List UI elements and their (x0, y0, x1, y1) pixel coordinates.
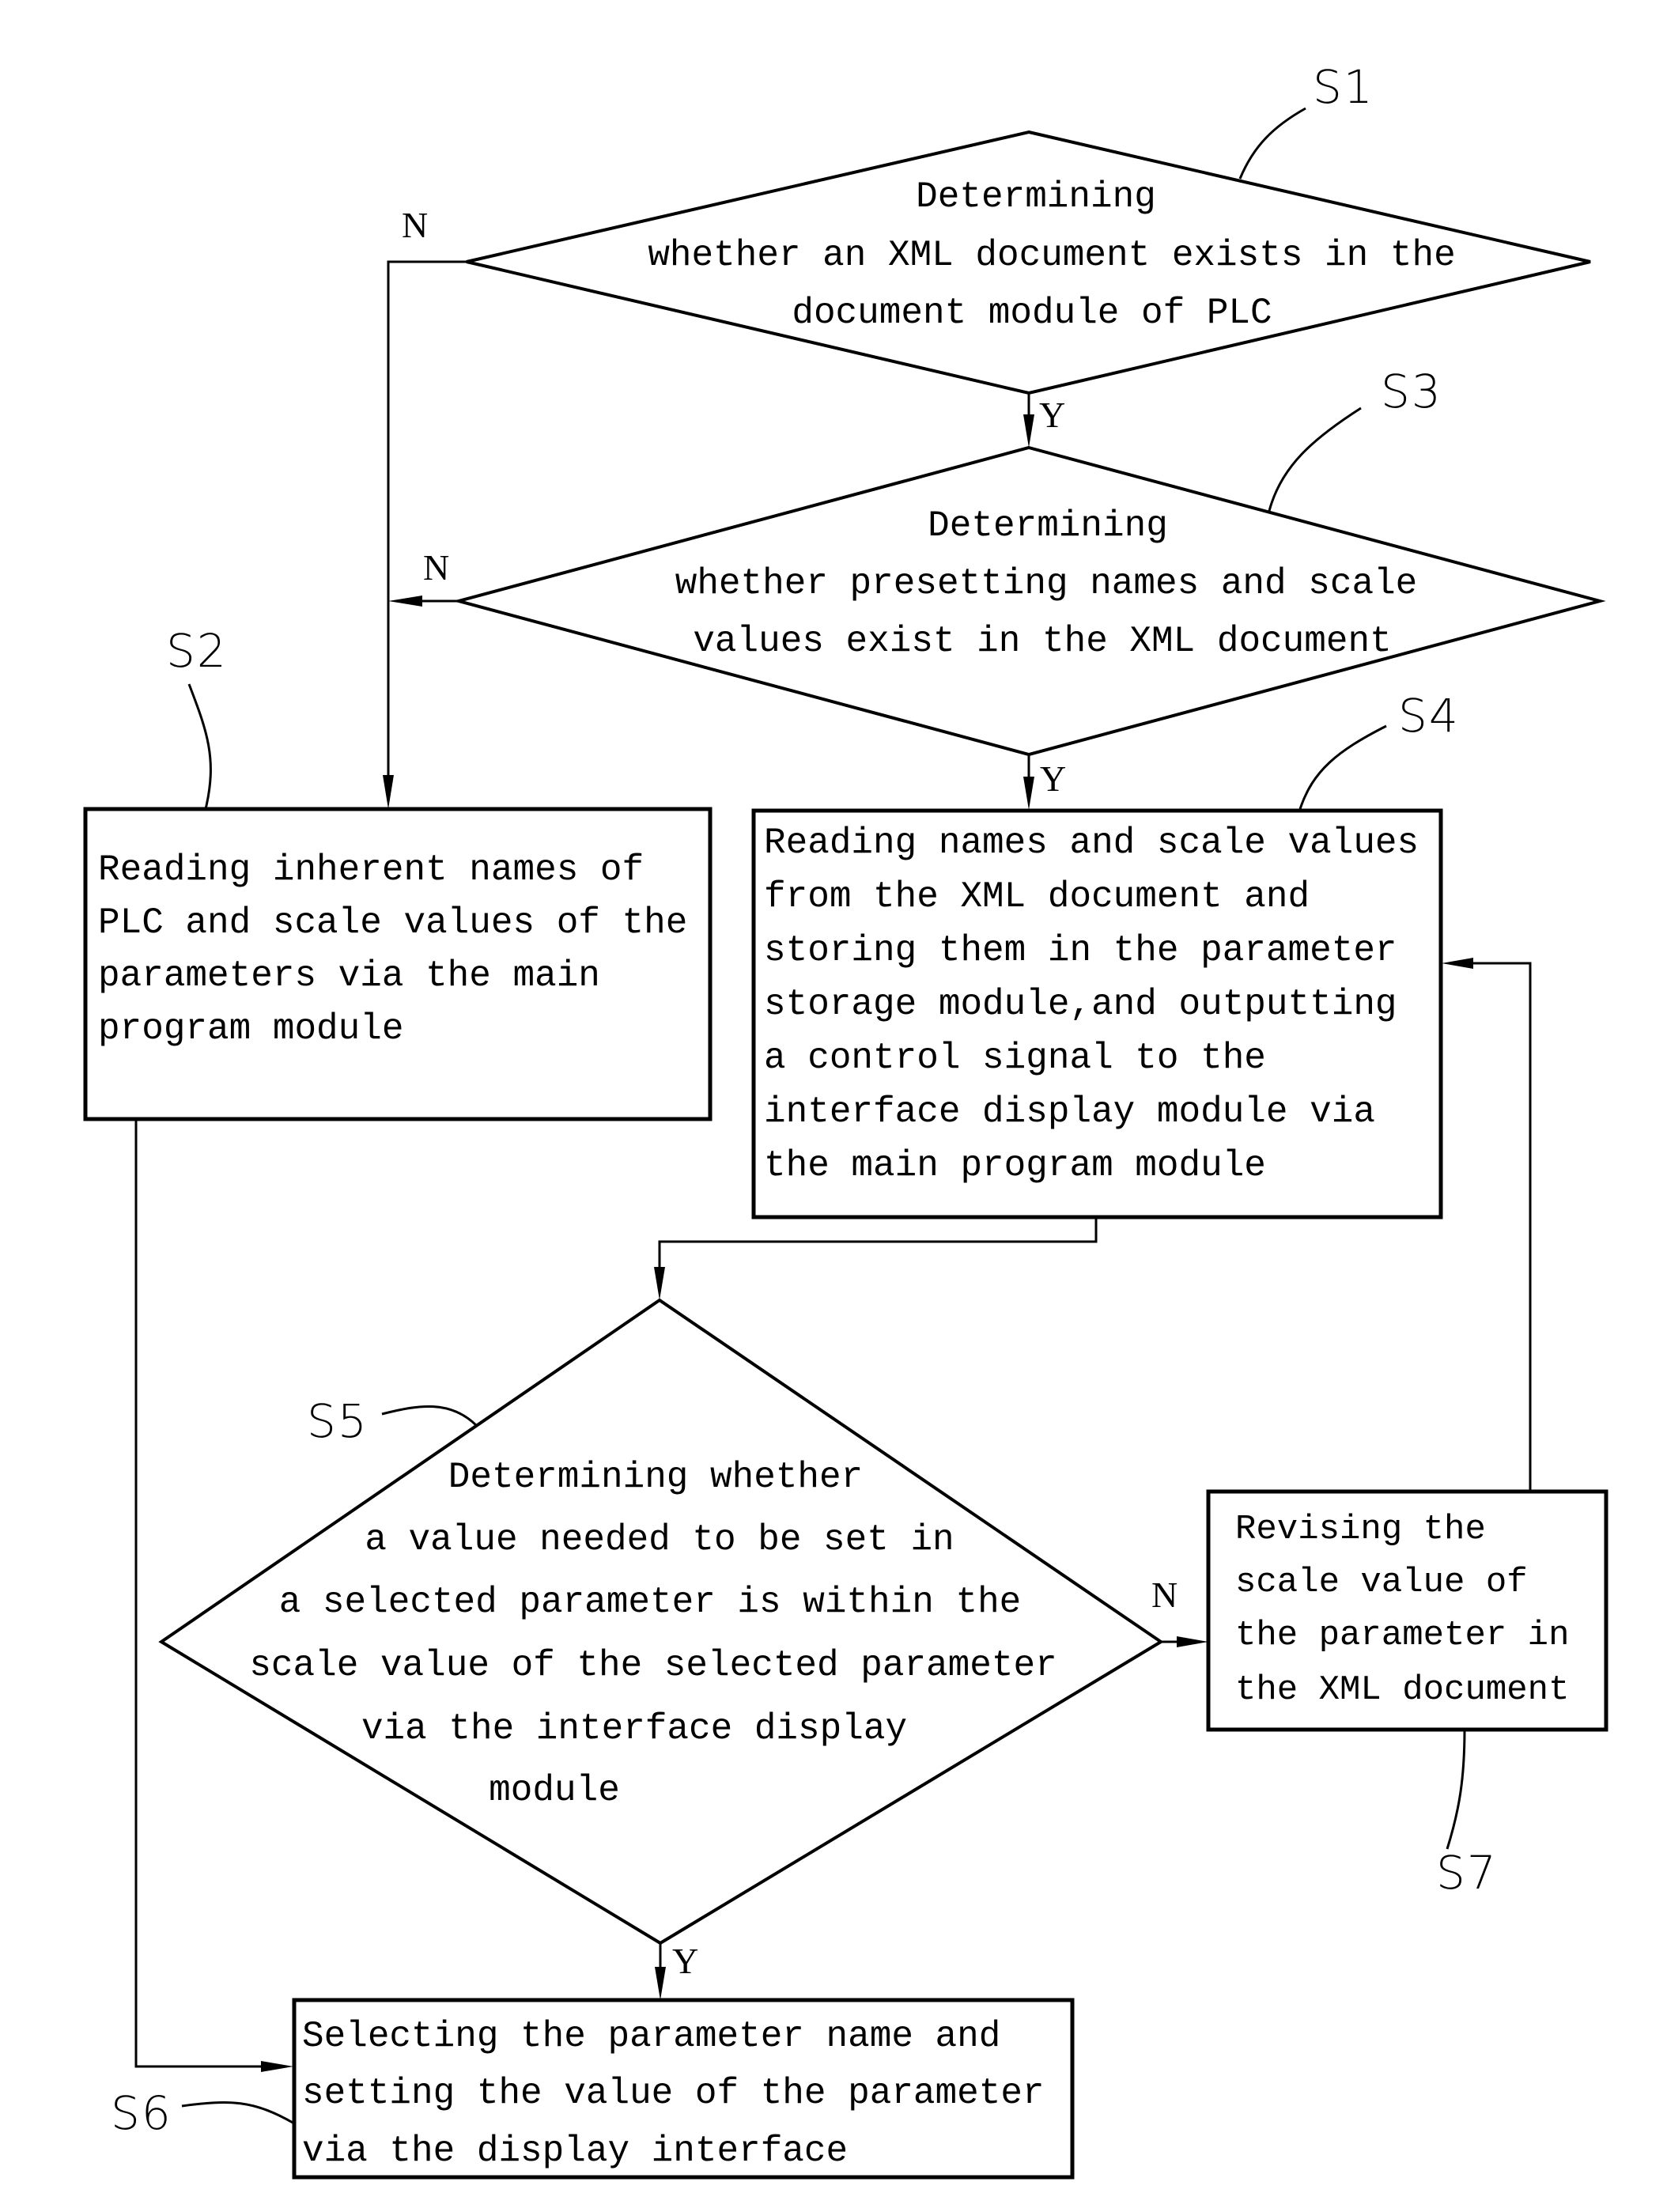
branch-label-s3-no: N (423, 547, 449, 588)
connector-s1-no (387, 260, 467, 791)
s1-line-3: document module of PLC (792, 293, 1272, 334)
s5-line-5: via the interface display (361, 1708, 907, 1749)
s6-line-2: setting the value of the parameter (302, 2073, 1045, 2114)
s6-line-1: Selecting the parameter name and (302, 2016, 1000, 2057)
leader-s3 (1268, 406, 1362, 512)
s5-line-4: scale value of the selected parameter (249, 1645, 1057, 1686)
arrowhead-into-s6-left (261, 2061, 293, 2072)
arrowhead-into-s5 (654, 1267, 665, 1300)
arrowhead-s1-yes (1023, 414, 1034, 448)
leader-s1 (1238, 107, 1306, 180)
s7-line-4: the XML document (1235, 1670, 1569, 1710)
s4-line-4: storage module,and outputting (764, 984, 1397, 1025)
leader-s6 (181, 2101, 295, 2125)
s5-line-6: module (489, 1770, 620, 1811)
branch-label-s1-no: N (402, 205, 428, 245)
arrowhead-into-s6-top (655, 1967, 666, 2000)
decision-s5-text: Determining whether a value needed to be… (249, 1457, 1057, 1811)
s6-line-3: via the display interface (302, 2131, 848, 2172)
s1-line-2: whether an XML document exists in the (648, 235, 1455, 276)
branch-label-s5-no: N (1151, 1575, 1177, 1615)
decision-s3-text: Determining whether presetting names and… (675, 505, 1418, 662)
s4-line-2: from the XML document and (764, 876, 1310, 917)
s5-line-2: a value needed to be set in (365, 1519, 954, 1560)
s2-line-4: program module (98, 1008, 403, 1049)
branch-label-s5-yes: Y (672, 1941, 698, 1981)
s4-line-5: a control signal to the (764, 1038, 1266, 1079)
s3-line-1: Determining (928, 505, 1168, 546)
arrowhead-s3-yes (1023, 777, 1034, 810)
branch-label-s3-yes: Y (1040, 758, 1066, 799)
connector-s4-to-s5 (658, 1217, 1098, 1281)
s4-line-3: storing them in the parameter (764, 930, 1397, 971)
s1-line-1: Determining (916, 176, 1156, 217)
leader-s2 (187, 683, 212, 810)
s4-line-7: the main program module (764, 1145, 1266, 1186)
arrowhead-into-s7 (1177, 1636, 1208, 1647)
s5-line-1: Determining whether (448, 1457, 864, 1498)
arrowhead-into-s2 (383, 775, 394, 809)
arrowhead-into-s4 (1442, 958, 1473, 969)
flowchart-canvas: Determining whether an XML document exis… (83, 60, 1608, 2180)
ref-label-s6: S6 (111, 2086, 172, 2140)
ref-label-s2: S2 (166, 624, 228, 678)
branch-label-s1-yes: Y (1039, 395, 1065, 435)
s2-line-3: parameters via the main (98, 955, 600, 996)
s5-line-3: a selected parameter is within the (279, 1582, 1022, 1623)
s3-line-3: values exist in the XML document (693, 621, 1391, 662)
s7-line-2: scale value of (1235, 1563, 1528, 1602)
ref-label-s7: S7 (1436, 1846, 1498, 1900)
arrowhead-s3-no (388, 596, 422, 607)
ref-label-s4: S4 (1398, 689, 1460, 743)
s7-line-3: the parameter in (1235, 1616, 1569, 1655)
leader-s7 (1446, 1729, 1466, 1850)
connector-s7-to-s4 (1463, 962, 1532, 1492)
s7-line-1: Revising the (1235, 1510, 1486, 1549)
s3-line-2: whether presetting names and scale (675, 563, 1418, 604)
ref-label-s1: S1 (1313, 60, 1374, 114)
ref-label-s5: S5 (307, 1394, 369, 1448)
leader-s5 (381, 1405, 478, 1427)
connector-s2-to-s6 (134, 1119, 273, 2068)
leader-s4 (1298, 724, 1387, 810)
s4-line-6: interface display module via (764, 1091, 1375, 1132)
s2-line-2: PLC and scale values of the (98, 902, 687, 943)
ref-label-s3: S3 (1381, 365, 1442, 418)
decision-s1-text: Determining whether an XML document exis… (648, 176, 1455, 334)
s2-line-1: Reading inherent names of (98, 849, 644, 890)
s4-line-1: Reading names and scale values (764, 822, 1419, 864)
